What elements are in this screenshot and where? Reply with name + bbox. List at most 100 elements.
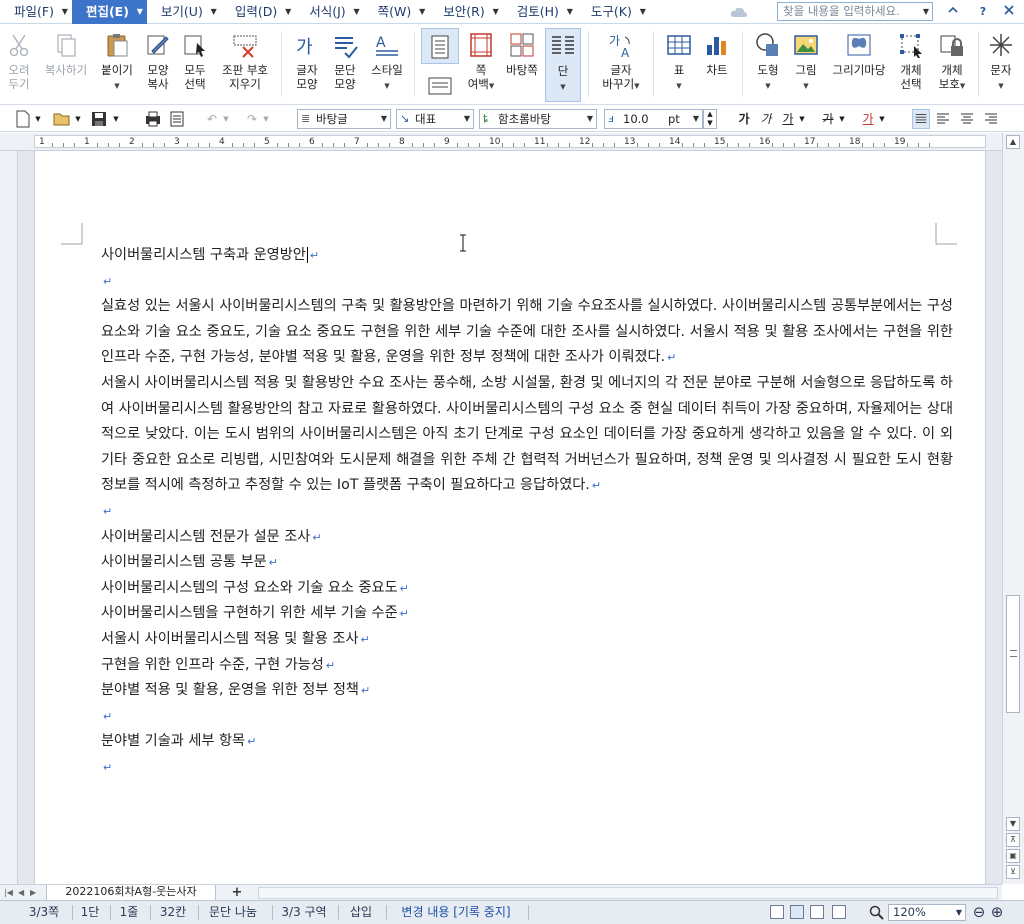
prev-tab-icon[interactable]: ◀ [18, 887, 28, 899]
align-left-icon[interactable] [934, 109, 952, 129]
font-color-button[interactable]: 가 [860, 109, 876, 129]
select-all-button[interactable]: 모두 선택 [178, 28, 212, 102]
ruler-tick [209, 143, 210, 147]
font-size-select[interactable]: ⅎ 10.0 pt ▼ [604, 109, 703, 129]
cloud-icon[interactable] [730, 5, 748, 19]
page-nav-icon[interactable]: ▣ [1006, 849, 1020, 863]
para-shape-button[interactable]: 문단 모양 [328, 28, 362, 102]
style-select[interactable]: ≣ 바탕글 ▼ [297, 109, 391, 129]
horizontal-ruler[interactable]: 1 1 2 3 4 5 6 7 8 9 10 11 12 13 14 15 16 17 18 19 [0, 133, 1002, 151]
menu-insert[interactable]: 입력(D) ▼ [221, 0, 295, 24]
char-convert-button[interactable]: 가A 글자 바꾸기▼ [596, 28, 646, 102]
first-tab-icon[interactable]: |◀ [4, 887, 14, 899]
shape-button[interactable]: 도형 ▼ [750, 28, 786, 102]
menu-review[interactable]: 검토(H) ▼ [503, 0, 577, 24]
chevron-down-icon[interactable]: ▼ [838, 109, 846, 129]
font-size-stepper[interactable]: ▲ ▼ [703, 109, 717, 129]
char-shape-button[interactable]: 가 글자 모양 [288, 28, 326, 102]
print-icon[interactable] [144, 109, 162, 129]
underline-button[interactable]: 가 [780, 109, 796, 129]
format-brush-icon [147, 35, 169, 55]
page-view-icon[interactable] [790, 905, 804, 919]
chart-button[interactable]: 차트 [700, 28, 734, 102]
object-select-button[interactable]: 개체 선택 [894, 28, 928, 102]
menu-format[interactable]: 서식(J) ▼ [295, 0, 363, 24]
italic-button[interactable]: 가 [758, 109, 774, 129]
chevron-down-icon[interactable]: ▼ [34, 109, 42, 129]
chevron-down-icon[interactable]: ▼ [74, 109, 82, 129]
fit-page-icon[interactable] [832, 905, 846, 919]
menu-security[interactable]: 보안(R) ▼ [429, 0, 502, 24]
page-landscape-button[interactable] [421, 68, 459, 102]
paste-button[interactable]: 붙이기 ▼ [96, 28, 138, 102]
document-tab[interactable]: 2022106회차A형-웃는사자 [46, 885, 216, 901]
chevron-down-icon[interactable]: ▼ [878, 109, 886, 129]
close-doc-icon[interactable] [1001, 4, 1017, 20]
document-page[interactable]: 사이버물리시스템 구축과 운영방안 ↵ ↵ 실효성 있는 서울시 사이버물리시스템… [34, 151, 986, 884]
menu-edit[interactable]: 편집(E) ▼ [71, 0, 147, 24]
chevron-down-icon[interactable]: ▼ [798, 109, 806, 129]
horizontal-scrollbar[interactable] [258, 887, 998, 899]
magnifier-icon[interactable] [869, 905, 885, 921]
zoom-out-icon[interactable]: ⊖ [970, 901, 988, 924]
page-layout-button[interactable] [421, 28, 459, 64]
undo-icon[interactable]: ↶ [204, 109, 220, 129]
table-button[interactable]: 표 ▼ [662, 28, 696, 102]
align-right-icon[interactable] [982, 109, 1000, 129]
menu-file[interactable]: 파일(F) ▼ [0, 0, 72, 24]
font-select[interactable]: ȶ 함초롬바탕 ▼ [479, 109, 597, 129]
add-tab-button[interactable]: + [222, 886, 252, 900]
zoom-select[interactable]: 120% ▼ [888, 904, 966, 921]
vertical-ruler[interactable] [0, 151, 18, 884]
align-center-icon[interactable] [958, 109, 976, 129]
cut-button[interactable]: 오려 두기 [2, 28, 36, 102]
object-protect-button[interactable]: 개체 보호▼ [932, 28, 972, 102]
ruler-tick [378, 143, 379, 147]
redo-icon[interactable]: ↷ [244, 109, 260, 129]
document-area[interactable]: 사이버물리시스템 구축과 운영방안 ↵ ↵ 실효성 있는 서울시 사이버물리시스템… [18, 151, 1002, 884]
language-select[interactable]: ↘ 대표 ▼ [396, 109, 474, 129]
new-doc-icon[interactable] [14, 109, 32, 129]
bold-button[interactable]: 가 [736, 109, 752, 129]
next-page-icon[interactable]: ⊻ [1006, 865, 1020, 879]
vertical-scrollbar[interactable]: ▲ ▼ ⊼ ▣ ⊻ [1002, 133, 1024, 884]
two-page-view-icon[interactable] [810, 905, 824, 919]
prev-page-icon[interactable]: ⊼ [1006, 833, 1020, 847]
symbol-button[interactable]: 문자 ▼ [984, 28, 1018, 102]
scrollbar-thumb[interactable] [1006, 595, 1020, 713]
collapse-ribbon-icon[interactable] [945, 4, 961, 20]
insert-mode-toggle[interactable]: 삽입 [342, 901, 380, 924]
align-justify-icon[interactable] [912, 109, 930, 129]
ruler-tick [153, 143, 154, 147]
page-margin-button[interactable]: 쪽 여백▼ [462, 28, 500, 102]
save-icon[interactable] [90, 109, 108, 129]
drawing-market-button[interactable]: 그리기마당 [828, 28, 890, 102]
scroll-up-icon[interactable]: ▲ [1006, 135, 1020, 149]
clear-format-button[interactable]: 조판 부호 지우기 [216, 28, 274, 102]
ruler-label: 10 [489, 137, 501, 147]
status-page[interactable]: 3/3쪽 [20, 901, 68, 924]
scroll-down-icon[interactable]: ▼ [1006, 817, 1020, 831]
help-icon[interactable]: ? [975, 4, 991, 20]
search-input[interactable]: 찾을 내용을 입력하세요. ▼ [777, 2, 933, 21]
open-folder-icon[interactable] [52, 109, 72, 129]
format-copy-button[interactable]: 모양 복사 [141, 28, 175, 102]
columns-button[interactable]: 단 ▼ [545, 28, 581, 102]
track-changes-toggle[interactable]: 변경 내용 [기록 중지] [390, 901, 522, 924]
full-screen-view-icon[interactable] [770, 905, 784, 919]
copy-button[interactable]: 복사하기 [38, 28, 94, 102]
zoom-in-icon[interactable]: ⊕ [988, 901, 1006, 924]
menu-view[interactable]: 보기(U) ▼ [147, 0, 221, 24]
preview-icon[interactable] [168, 109, 186, 129]
chevron-down-icon[interactable]: ▼ [112, 109, 120, 129]
background-page-button[interactable]: 바탕쪽 [502, 28, 542, 102]
menu-tools[interactable]: 도구(K) ▼ [577, 0, 650, 24]
document-body[interactable]: 사이버물리시스템 구축과 운영방안 ↵ ↵ 실효성 있는 서울시 사이버물리시스템… [101, 243, 953, 780]
picture-button[interactable]: 그림 ▼ [788, 28, 824, 102]
chevron-down-icon[interactable]: ▼ [262, 109, 270, 129]
next-tab-icon[interactable]: ▶ [30, 887, 40, 899]
menu-page[interactable]: 쪽(W) ▼ [364, 0, 430, 24]
chevron-down-icon[interactable]: ▼ [222, 109, 230, 129]
strikethrough-button[interactable]: 가 [820, 109, 836, 129]
style-button[interactable]: A 스타일 ▼ [366, 28, 408, 102]
